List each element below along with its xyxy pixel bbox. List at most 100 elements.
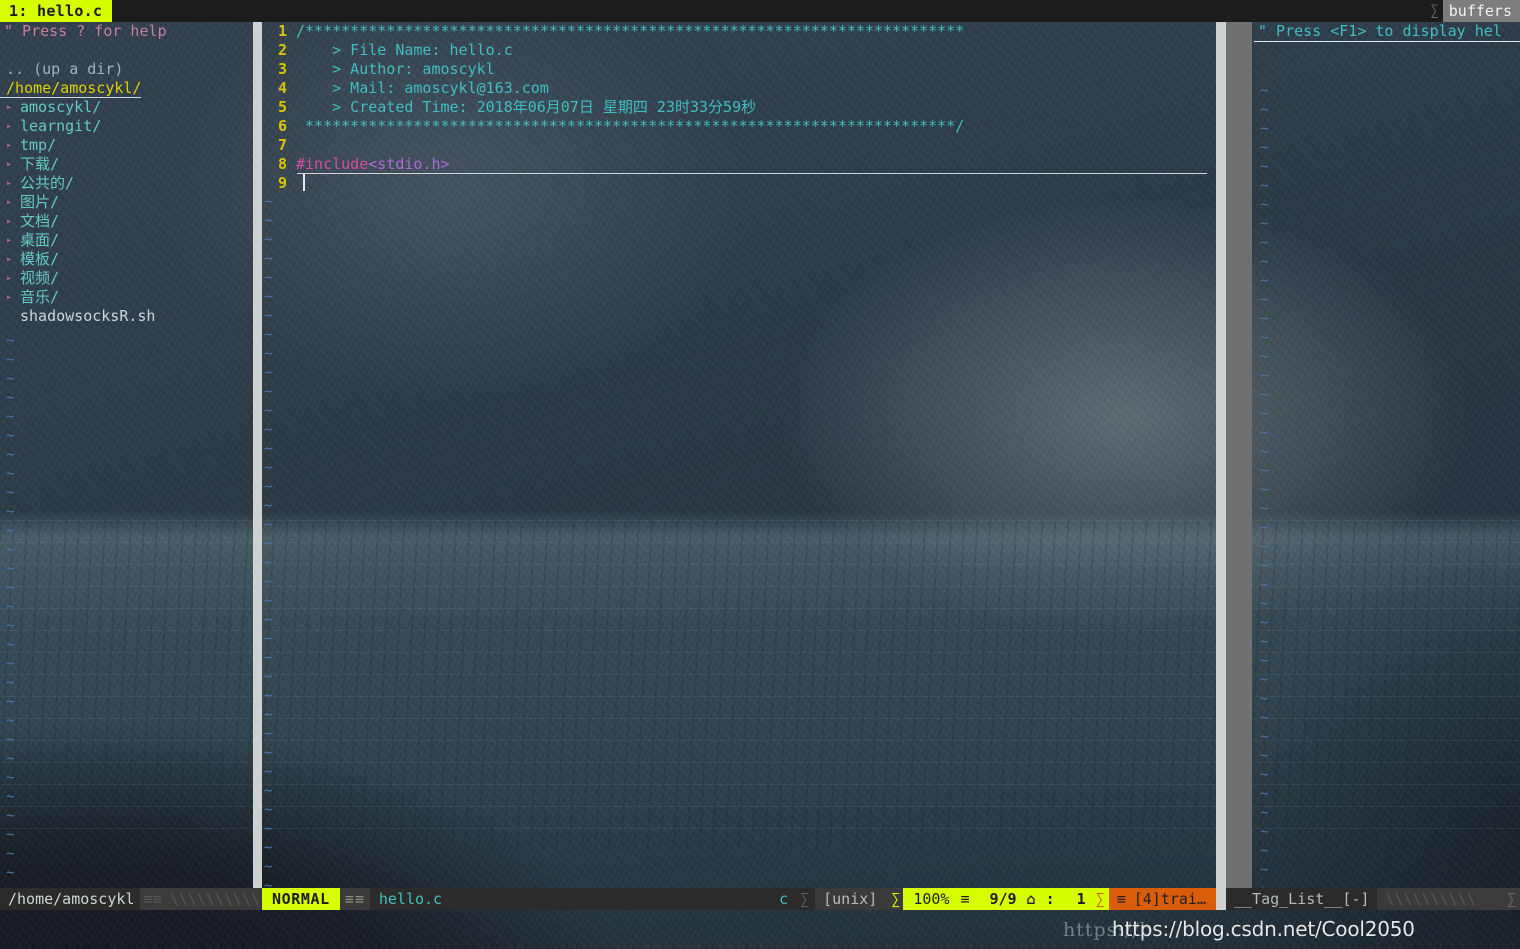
filler-tilde: ~ — [1260, 824, 1269, 840]
code-buffer[interactable]: ~ ~ ~ ~ ~ ~ ~ ~ ~ ~ ~ ~ ~ ~ ~ ~ ~ ~ ~ ~ ~ ~ ~ ~ ~ ~ ~ ~ ~ ~ ~ ~ ~ ~ ~ ~ ~ 1 /… — [262, 22, 1216, 888]
filler-tilde: ~ — [6, 523, 15, 539]
nerdtree-item-1[interactable]: ▸ amoscykl/ — [0, 98, 253, 117]
code-line-7[interactable]: 7 — [262, 136, 1216, 155]
nerdtree-item-5[interactable]: ▸ 公共的/ — [0, 174, 253, 193]
taglist-statusline-name: __Tag_List__[-] — [1226, 888, 1378, 910]
filler-tilde: ~ — [1260, 615, 1269, 631]
filler-tilde: ~ — [264, 878, 273, 888]
filler-tilde: ~ — [264, 327, 273, 343]
code-line-6[interactable]: 6 **************************************… — [262, 117, 1216, 136]
code-line-5[interactable]: 5 > Created Time: 2018年06月07日 星期四 23时33分… — [262, 98, 1216, 117]
filler-tilde: ~ — [1260, 862, 1269, 878]
taglist-statusline-separator-icon: ∑ — [1506, 890, 1516, 908]
cursor-line-highlight — [297, 173, 1207, 174]
chevron-right-icon: ▸ — [6, 178, 13, 189]
nerdtree-item-label: amoscykl/ — [20, 98, 102, 116]
line-number: 1 — [277, 22, 287, 40]
filler-tilde: ~ — [6, 466, 15, 482]
filler-tilde: ~ — [1260, 653, 1269, 669]
nerdtree-item-8[interactable]: ▸ 桌面/ — [0, 231, 253, 250]
nerdtree-statusline-glyph-icon: ≡≡ — [143, 890, 162, 908]
filler-tilde: ~ — [264, 441, 273, 457]
filler-tilde: ~ — [264, 612, 273, 628]
line-text: /***************************************… — [296, 22, 1216, 41]
nerdtree-item-7[interactable]: ▸ 文档/ — [0, 212, 253, 231]
filler-tilde: ~ — [264, 498, 273, 514]
filler-tilde: ~ — [6, 808, 15, 824]
filler-tilde: ~ — [1260, 197, 1269, 213]
filler-tilde: ~ — [264, 650, 273, 666]
nerdtree-item-12[interactable]: ▸shadowsocksR.sh — [0, 307, 253, 326]
line-text: > Mail: amoscykl@163.com — [296, 79, 1216, 98]
chevron-right-icon: ▸ — [6, 159, 13, 170]
code-token: > Created Time: 2018年06月07日 星期四 23时33分59… — [296, 98, 757, 116]
code-line-3[interactable]: 3 > Author: amoscykl — [262, 60, 1216, 79]
vsplit-left[interactable] — [253, 22, 262, 888]
nerdtree-item-6[interactable]: ▸ 图片/ — [0, 193, 253, 212]
code-line-2[interactable]: 2 > File Name: hello.c — [262, 41, 1216, 60]
filler-tilde: ~ — [264, 517, 273, 533]
chevron-right-icon: ▸ — [6, 273, 13, 284]
filler-tilde: ~ — [1260, 786, 1269, 802]
chevron-right-icon: ▸ — [6, 235, 13, 246]
nerdtree-item-label: 文档/ — [20, 212, 60, 230]
statusline-fileformat: [unix] — [815, 888, 886, 910]
line-number: 7 — [277, 136, 287, 154]
nerdtree-item-2[interactable]: ▸ learngit/ — [0, 117, 253, 136]
vsplit-right[interactable] — [1226, 22, 1252, 888]
filler-tilde: ~ — [1260, 729, 1269, 745]
filler-tilde: ~ — [6, 846, 15, 862]
filler-tilde: ~ — [264, 688, 273, 704]
filler-tilde: ~ — [6, 352, 15, 368]
tabline-buffers-label[interactable]: buffers — [1442, 0, 1520, 22]
filler-tilde: ~ — [6, 447, 15, 463]
filler-tilde: ~ — [6, 789, 15, 805]
filler-tilde: ~ — [264, 194, 273, 210]
nerdtree-item-10[interactable]: ▸ 视频/ — [0, 269, 253, 288]
filler-tilde: ~ — [1260, 330, 1269, 346]
filler-tilde: ~ — [1260, 387, 1269, 403]
nerdtree-item-label: 图片/ — [20, 193, 60, 211]
taglist-filler-column: ~ ~ ~ ~ ~ ~ ~ ~ ~ ~ ~ ~ ~ ~ ~ ~ ~ ~ ~ ~ ~ ~ ~ ~ ~ ~ ~ ~ ~ ~ ~ ~ ~ ~ ~ ~ ~ ~ ~ ~… — [1260, 82, 1268, 888]
filler-tilde: ~ — [1260, 880, 1268, 888]
nerdtree-cwd[interactable]: /home/amoscykl/ — [0, 79, 142, 98]
nerdtree-item-4[interactable]: ▸ 下载/ — [0, 155, 253, 174]
filler-tilde: ~ — [1260, 235, 1269, 251]
filler-tilde: ~ — [264, 422, 273, 438]
code-lines[interactable]: 1 /**************************************… — [262, 22, 1216, 193]
nerdtree-item-9[interactable]: ▸ 模板/ — [0, 250, 253, 269]
code-line-9[interactable]: 9 — [262, 174, 1216, 193]
editor-scrollbar[interactable] — [1216, 22, 1226, 888]
filler-tilde: ~ — [1260, 539, 1269, 555]
tab-hello-c[interactable]: 1: hello.c — [0, 0, 113, 22]
code-line-4[interactable]: 4 > Mail: amoscykl@163.com — [262, 79, 1216, 98]
editor-filler-column: ~ ~ ~ ~ ~ ~ ~ ~ ~ ~ ~ ~ ~ ~ ~ ~ ~ ~ ~ ~ ~ ~ ~ ~ ~ ~ ~ ~ ~ ~ ~ ~ ~ ~ ~ ~ ~ — [264, 193, 272, 888]
code-token: > Mail: amoscykl@163.com — [296, 79, 549, 97]
chevron-right-icon: ▸ — [6, 292, 13, 303]
taglist-pane[interactable]: " Press <F1> to display hel ~ ~ ~ ~ ~ ~ ~ ~ ~ ~ ~ ~… — [1254, 22, 1520, 888]
nerdtree-item-11[interactable]: ▸ 音乐/ — [0, 288, 253, 307]
filler-tilde: ~ — [1260, 178, 1269, 194]
nerdtree-up-a-dir[interactable]: .. (up a dir) — [0, 60, 253, 79]
nerdtree-entry-list[interactable]: ▸ amoscykl/ ▸ learngit/ ▸ tmp/ ▸ 下载/ ▸ 公共的/ ▸ 图片/ ▸ 文… — [0, 98, 253, 326]
code-token: #include — [296, 155, 369, 173]
filler-tilde: ~ — [6, 409, 15, 425]
filler-tilde: ~ — [6, 656, 15, 672]
filler-tilde: ~ — [1260, 577, 1269, 593]
nerdtree-statusline-path: /home/amoscykl — [0, 888, 141, 910]
code-line-1[interactable]: 1 /**************************************… — [262, 22, 1216, 41]
filler-tilde: ~ — [1260, 159, 1269, 175]
code-line-8[interactable]: 8 #include<stdio.h> — [262, 155, 1216, 174]
nerdtree-pane[interactable]: ~~~~~~~~~~~~~~~~~~~~~~~~~~~~~~ " Press ?… — [0, 22, 253, 888]
statusline-percent: 100% — [903, 888, 956, 910]
nerdtree-item-3[interactable]: ▸ tmp/ — [0, 136, 253, 155]
tabline-right: ∑ buffers — [1430, 0, 1520, 22]
filler-tilde: ~ — [6, 485, 15, 501]
filler-tilde: ~ — [6, 694, 15, 710]
filler-tilde: ~ — [1260, 254, 1269, 270]
filler-tilde: ~ — [264, 840, 273, 856]
filler-tilde: ~ — [264, 346, 273, 362]
code-token: > Author: amoscykl — [296, 60, 495, 78]
nerdtree-spacer — [0, 41, 253, 60]
filler-tilde: ~ — [264, 403, 273, 419]
